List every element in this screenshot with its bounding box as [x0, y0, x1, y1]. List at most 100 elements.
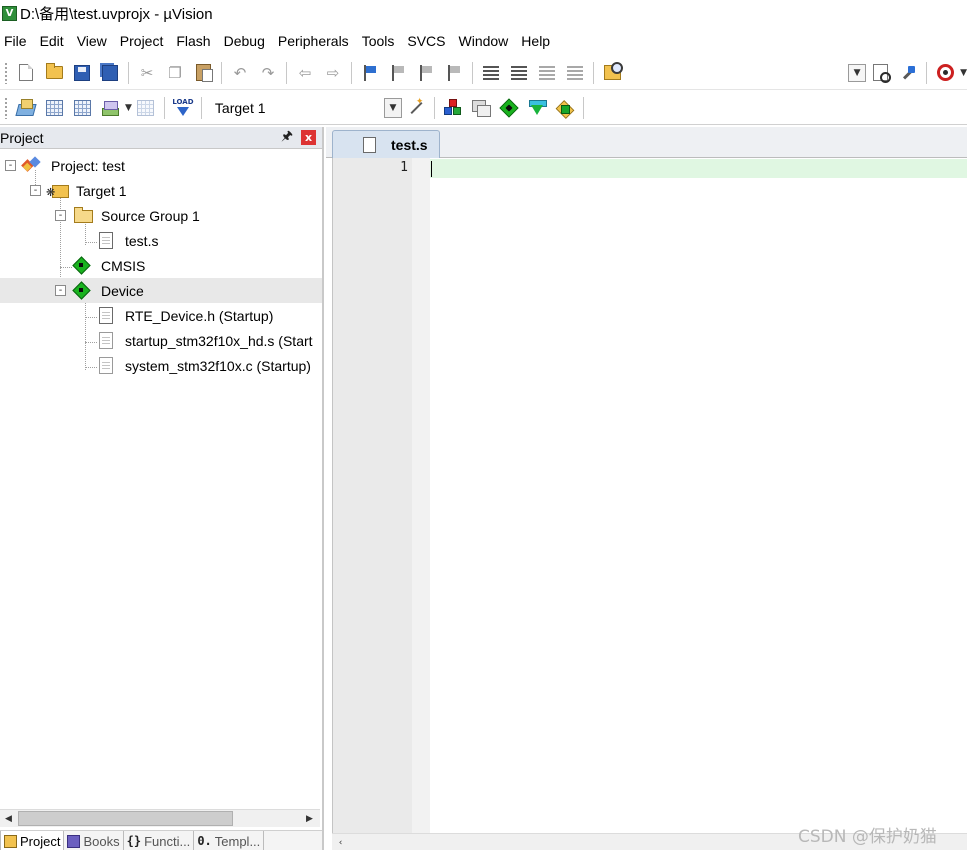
uncomment-button[interactable] [563, 61, 587, 85]
redo-button[interactable]: ↷ [256, 61, 280, 85]
cut-button[interactable]: ✂ [135, 61, 159, 85]
chevron-down-icon[interactable]: ▼ [125, 103, 132, 113]
tab-test-s[interactable]: test.s [332, 130, 440, 158]
tree-item-target[interactable]: - Target 1 [0, 178, 322, 203]
save-all-button[interactable] [98, 61, 122, 85]
load-icon-text: LOAD [172, 97, 194, 106]
toolbar-separator [286, 61, 287, 84]
collapse-toggle[interactable]: - [5, 160, 16, 171]
options-for-target-button[interactable] [404, 96, 428, 120]
indent-button[interactable] [479, 61, 503, 85]
toolbar-grip[interactable] [4, 96, 8, 119]
unindent-button[interactable] [507, 61, 531, 85]
open-file-button[interactable] [42, 61, 66, 85]
manage-multi-project-button[interactable] [469, 96, 493, 120]
tree-item-source-group[interactable]: - Source Group 1 [0, 203, 322, 228]
pack-installer-button[interactable] [553, 96, 577, 120]
target-select[interactable]: Target 1 ▼ [210, 97, 402, 119]
navigate-back-button[interactable]: ⇦ [293, 61, 317, 85]
menu-debug[interactable]: Debug [219, 29, 270, 53]
project-panel-hscrollbar[interactable]: ◀ ▶ [0, 809, 320, 827]
file-extensions-button[interactable] [441, 96, 465, 120]
menu-edit[interactable]: Edit [35, 29, 69, 53]
build-button[interactable] [42, 96, 66, 120]
tab-books[interactable]: Books [64, 831, 124, 850]
menu-file[interactable]: File [0, 29, 32, 53]
batch-build-button[interactable] [98, 96, 122, 120]
pin-icon[interactable]: 🖈 [281, 127, 293, 149]
tree-item-device[interactable]: - Device [0, 278, 322, 303]
paste-button[interactable] [191, 61, 215, 85]
magic-wand-icon [407, 97, 425, 117]
save-button[interactable] [70, 61, 94, 85]
collapse-toggle[interactable]: - [55, 210, 66, 221]
start-debug-button[interactable] [933, 61, 957, 85]
project-panel: Project 🖈 x - Project: test - Target 1 -… [0, 127, 324, 850]
scroll-left-icon[interactable]: ◀ [0, 810, 17, 827]
new-file-button[interactable] [14, 61, 38, 85]
toolbar-grip[interactable] [4, 61, 8, 84]
find-in-files-button[interactable] [600, 61, 624, 85]
tab-functions[interactable]: {} Functi... [124, 831, 195, 850]
close-icon[interactable]: x [301, 130, 316, 145]
tree-item-file[interactable]: startup_stm32f10x_hd.s (Start [0, 328, 322, 353]
scroll-left-icon[interactable]: ‹ [332, 834, 349, 850]
tree-item-project[interactable]: - Project: test [0, 153, 322, 178]
rte-diamond-icon [499, 97, 519, 118]
stop-build-button[interactable] [134, 96, 158, 120]
menu-tools[interactable]: Tools [357, 29, 400, 53]
copy-button[interactable]: ❐ [163, 61, 187, 85]
menu-window[interactable]: Window [454, 29, 514, 53]
collapse-toggle[interactable]: - [30, 185, 41, 196]
previous-bookmark-button[interactable] [386, 61, 410, 85]
current-line-highlight[interactable] [430, 159, 967, 178]
toolbar-separator [433, 96, 435, 119]
download-button[interactable]: LOAD [171, 96, 195, 120]
scroll-right-icon[interactable]: ▶ [301, 810, 318, 827]
toolbar-separator [221, 61, 222, 84]
toolbar-separator [582, 96, 584, 119]
tree-item-file[interactable]: RTE_Device.h (Startup) [0, 303, 322, 328]
tree-item-cmsis[interactable]: CMSIS [0, 253, 322, 278]
menu-help[interactable]: Help [516, 29, 555, 53]
previous-bookmark-icon [391, 64, 405, 81]
tab-project[interactable]: Project [0, 831, 65, 850]
configure-tools-button[interactable] [896, 61, 920, 85]
breakpoint-margin[interactable] [412, 158, 430, 833]
menu-view[interactable]: View [72, 29, 112, 53]
menu-flash[interactable]: Flash [171, 29, 215, 53]
books-icon [67, 834, 81, 848]
rebuild-button[interactable] [70, 96, 94, 120]
next-bookmark-icon [419, 64, 433, 81]
asm-file-icon [99, 332, 113, 349]
scrollbar-thumb[interactable] [18, 811, 233, 826]
project-panel-title: Project [0, 129, 44, 146]
tab-label: Books [83, 833, 120, 849]
collapse-toggle[interactable]: - [55, 285, 66, 296]
translate-icon [17, 99, 35, 116]
tab-templates[interactable]: 0. Templ... [194, 831, 265, 850]
code-editor[interactable]: 1 [332, 158, 967, 833]
find-combo-dropdown[interactable]: ▼ [848, 63, 867, 82]
navigate-forward-button[interactable]: ⇨ [321, 61, 345, 85]
chevron-down-icon[interactable]: ▼ [960, 68, 967, 78]
line-number-gutter: 1 [333, 158, 412, 833]
clear-bookmarks-button[interactable] [442, 61, 466, 85]
comment-button[interactable] [535, 61, 559, 85]
project-panel-tabs: Project Books {} Functi... 0. Templ... [0, 830, 322, 850]
toolbar-separator [472, 61, 473, 84]
translate-button[interactable] [14, 96, 38, 120]
tree-item-file[interactable]: test.s [0, 228, 322, 253]
functions-icon: {} [126, 834, 142, 848]
menu-peripherals[interactable]: Peripherals [273, 29, 354, 53]
chevron-down-icon[interactable]: ▼ [383, 97, 402, 118]
menu-svcs[interactable]: SVCS [402, 29, 450, 53]
incremental-find-button[interactable] [868, 61, 892, 85]
select-software-packs-button[interactable] [525, 96, 549, 120]
next-bookmark-button[interactable] [414, 61, 438, 85]
tree-item-file[interactable]: system_stm32f10x.c (Startup) [0, 353, 322, 378]
menu-project[interactable]: Project [115, 29, 169, 53]
undo-button[interactable]: ↶ [228, 61, 252, 85]
manage-run-time-environment-button[interactable] [497, 96, 521, 120]
insert-bookmark-button[interactable] [358, 61, 382, 85]
